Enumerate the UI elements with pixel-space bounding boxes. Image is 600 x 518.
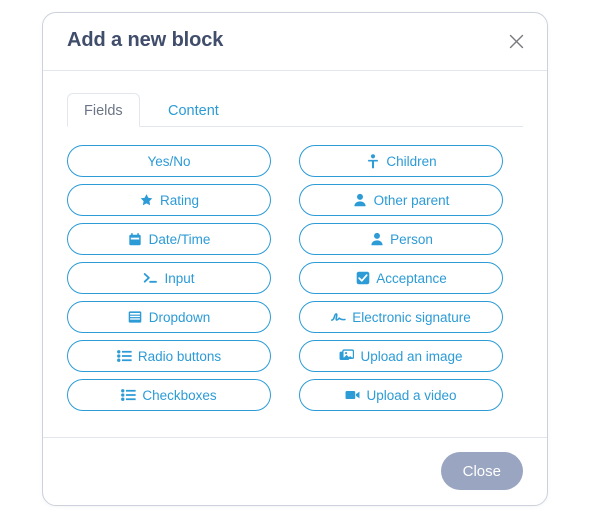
field-block-button[interactable]: Yes/No	[67, 145, 271, 177]
list-icon	[116, 349, 132, 364]
field-block-grid: Yes/No Children Rating Other parent Date/Tim…	[67, 145, 523, 411]
field-block-label: Other parent	[373, 192, 450, 208]
page-title: Add a new block	[67, 29, 224, 51]
add-block-dialog: Add a new block Fields Content Yes/No Chi…	[42, 12, 548, 506]
field-block-button[interactable]: Radio buttons	[67, 340, 271, 372]
field-block-label: Upload a video	[366, 387, 457, 403]
field-block-label: Date/Time	[148, 231, 211, 247]
field-block-button[interactable]: Acceptance	[299, 262, 503, 294]
field-block-label: Dropdown	[148, 309, 211, 325]
field-block-button[interactable]: Rating	[67, 184, 271, 216]
close-button[interactable]: Close	[440, 452, 523, 490]
video-icon	[345, 388, 360, 403]
field-block-label: Checkboxes	[142, 387, 217, 403]
field-block-button[interactable]: Checkboxes	[67, 379, 271, 411]
field-block-label: Electronic signature	[352, 309, 471, 325]
field-block-button[interactable]: Input	[67, 262, 271, 294]
checkbox-icon	[355, 271, 370, 286]
field-block-button[interactable]: Dropdown	[67, 301, 271, 333]
signature-icon	[331, 310, 346, 325]
close-icon[interactable]	[503, 28, 529, 54]
field-block-label: Children	[386, 153, 437, 169]
field-block-label: Input	[164, 270, 195, 286]
star-icon	[139, 193, 154, 208]
field-block-label: Rating	[159, 192, 200, 208]
dialog-footer: Close	[43, 437, 547, 505]
field-block-label: Acceptance	[376, 270, 447, 286]
dialog-header: Add a new block	[43, 13, 547, 71]
terminal-icon	[143, 271, 158, 286]
field-block-label: Upload an image	[360, 348, 463, 364]
person-icon	[369, 232, 384, 247]
dialog-tabs: Fields Content	[67, 91, 523, 127]
child-icon	[365, 153, 380, 169]
list-icon	[121, 388, 136, 403]
screen: Add a new block Fields Content Yes/No Chi…	[0, 0, 600, 518]
person-icon	[353, 193, 368, 208]
tab-fields[interactable]: Fields	[67, 93, 140, 127]
field-block-button[interactable]: Date/Time	[67, 223, 271, 255]
field-block-button[interactable]: Upload a video	[299, 379, 503, 411]
image-icon	[339, 349, 355, 364]
dropdown-icon	[128, 310, 143, 325]
field-block-button[interactable]: Children	[299, 145, 503, 177]
calendar-icon	[128, 232, 143, 247]
field-block-label: Radio buttons	[137, 348, 222, 364]
field-block-button[interactable]: Electronic signature	[299, 301, 503, 333]
dialog-body: Yes/No Children Rating Other parent Date/Tim…	[43, 127, 547, 411]
field-block-button[interactable]: Person	[299, 223, 503, 255]
field-block-button[interactable]: Other parent	[299, 184, 503, 216]
field-block-label: Person	[390, 231, 433, 247]
field-block-label: Yes/No	[147, 153, 191, 169]
tab-content[interactable]: Content	[151, 93, 236, 127]
field-block-button[interactable]: Upload an image	[299, 340, 503, 372]
